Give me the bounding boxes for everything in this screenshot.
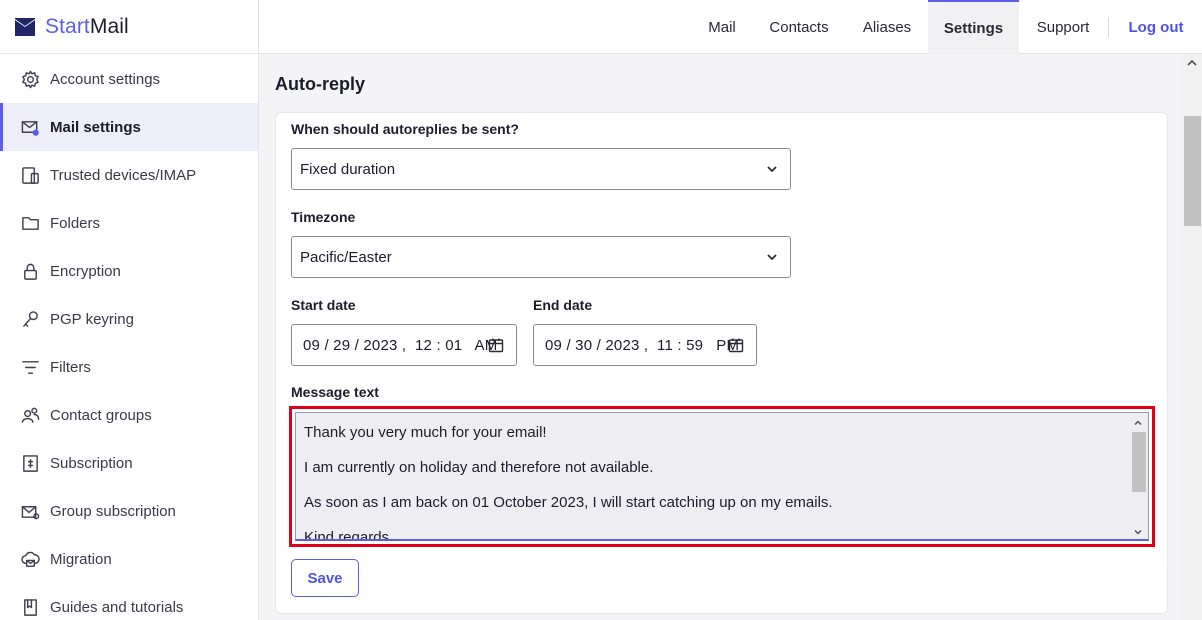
sidebar-item-contact-groups[interactable]: Contact groups xyxy=(0,391,258,439)
start-date-value: 09 / 29 / 2023 , 12 : 01 AM xyxy=(303,336,498,354)
sidebar-item-label: Folders xyxy=(50,214,101,232)
sidebar-item-label: Guides and tutorials xyxy=(50,598,184,616)
nav-settings[interactable]: Settings xyxy=(928,0,1019,54)
sidebar-item-guides[interactable]: Guides and tutorials xyxy=(0,583,258,620)
start-date-input[interactable]: 09 / 29 / 2023 , 12 : 01 AM xyxy=(291,324,517,366)
cloud-mail-icon xyxy=(20,549,40,569)
logout-link[interactable]: Log out xyxy=(1125,0,1187,54)
lock-icon xyxy=(20,261,40,281)
chevron-down-icon xyxy=(767,254,777,261)
sidebar-item-label: Encryption xyxy=(50,262,121,280)
nav-aliases[interactable]: Aliases xyxy=(852,0,922,54)
message-line: I am currently on holiday and therefore … xyxy=(304,459,654,476)
nav-divider xyxy=(1108,17,1109,37)
message-line: Kind regards, xyxy=(304,529,394,541)
nav-mail[interactable]: Mail xyxy=(697,0,747,54)
nav-support[interactable]: Support xyxy=(1029,0,1097,54)
mail-logo-icon xyxy=(15,17,35,36)
key-icon xyxy=(20,309,40,329)
end-date-value: 09 / 30 / 2023 , 11 : 59 PM xyxy=(545,336,740,354)
sidebar-item-trusted-devices[interactable]: Trusted devices/IMAP xyxy=(0,151,258,199)
mail-gear-icon xyxy=(20,117,40,137)
when-select[interactable]: Fixed duration xyxy=(291,148,791,190)
book-icon xyxy=(20,597,40,617)
sidebar-item-encryption[interactable]: Encryption xyxy=(0,247,258,295)
scroll-up-icon[interactable] xyxy=(1186,58,1198,68)
sidebar-item-mail-settings[interactable]: Mail settings xyxy=(0,103,258,151)
timezone-select[interactable]: Pacific/Easter xyxy=(291,236,791,278)
sidebar-item-label: Subscription xyxy=(50,454,133,472)
message-line: Thank you very much for your email! xyxy=(304,424,547,441)
sidebar-item-label: Filters xyxy=(50,358,91,376)
end-date-label: End date xyxy=(533,297,593,313)
top-navigation: Mail Contacts Aliases Settings Support L… xyxy=(259,0,1202,54)
calendar-icon[interactable] xyxy=(488,337,504,353)
sidebar-item-label: Migration xyxy=(50,550,112,568)
timezone-label: Timezone xyxy=(291,209,356,225)
message-text-label: Message text xyxy=(291,384,379,400)
sidebar-item-label: Mail settings xyxy=(50,118,141,136)
chevron-down-icon xyxy=(767,166,777,173)
logo-text-start: Start xyxy=(45,14,90,38)
gear-icon xyxy=(20,69,40,89)
group-mail-icon xyxy=(20,501,40,521)
timezone-select-value: Pacific/Easter xyxy=(300,248,392,266)
contact-groups-icon xyxy=(20,405,40,425)
sidebar-item-label: Account settings xyxy=(50,70,161,88)
when-select-value: Fixed duration xyxy=(300,160,396,178)
save-button[interactable]: Save xyxy=(291,559,359,597)
page-title: Auto-reply xyxy=(275,74,365,94)
sidebar-item-account-settings[interactable]: Account settings xyxy=(0,55,258,103)
calendar-icon[interactable] xyxy=(728,337,744,353)
sidebar-item-label: Group subscription xyxy=(50,502,176,520)
sidebar-item-label: Contact groups xyxy=(50,406,152,424)
message-textarea[interactable]: Thank you very much for your email! I am… xyxy=(295,412,1149,541)
message-line: As soon as I am back on 01 October 2023,… xyxy=(304,494,833,511)
devices-icon xyxy=(20,165,40,185)
page-scroll-thumb[interactable] xyxy=(1184,116,1201,226)
when-label: When should autoreplies be sent? xyxy=(291,121,519,137)
scroll-down-icon[interactable] xyxy=(1133,527,1143,537)
filter-icon xyxy=(20,357,40,377)
textarea-scroll-thumb[interactable] xyxy=(1132,432,1146,492)
start-date-label: Start date xyxy=(291,297,356,313)
logo[interactable]: StartMail xyxy=(0,0,258,54)
sidebar-item-pgp-keyring[interactable]: PGP keyring xyxy=(0,295,258,343)
subscription-icon xyxy=(20,453,40,473)
sidebar-item-subscription[interactable]: Subscription xyxy=(0,439,258,487)
sidebar: StartMail Account settings Mail settings… xyxy=(0,0,259,620)
sidebar-item-group-subscription[interactable]: Group subscription xyxy=(0,487,258,535)
sidebar-item-filters[interactable]: Filters xyxy=(0,343,258,391)
sidebar-item-label: Trusted devices/IMAP xyxy=(50,166,197,184)
sidebar-item-folders[interactable]: Folders xyxy=(0,199,258,247)
nav-contacts[interactable]: Contacts xyxy=(759,0,839,54)
message-highlight-box: Thank you very much for your email! I am… xyxy=(289,406,1155,547)
sidebar-item-migration[interactable]: Migration xyxy=(0,535,258,583)
logo-text-mail: Mail xyxy=(89,14,129,38)
end-date-input[interactable]: 09 / 30 / 2023 , 11 : 59 PM xyxy=(533,324,757,366)
sidebar-item-label: PGP keyring xyxy=(50,310,134,328)
scroll-up-icon[interactable] xyxy=(1133,418,1143,428)
folder-icon xyxy=(20,213,40,233)
textarea-scrollbar[interactable] xyxy=(1130,414,1147,539)
